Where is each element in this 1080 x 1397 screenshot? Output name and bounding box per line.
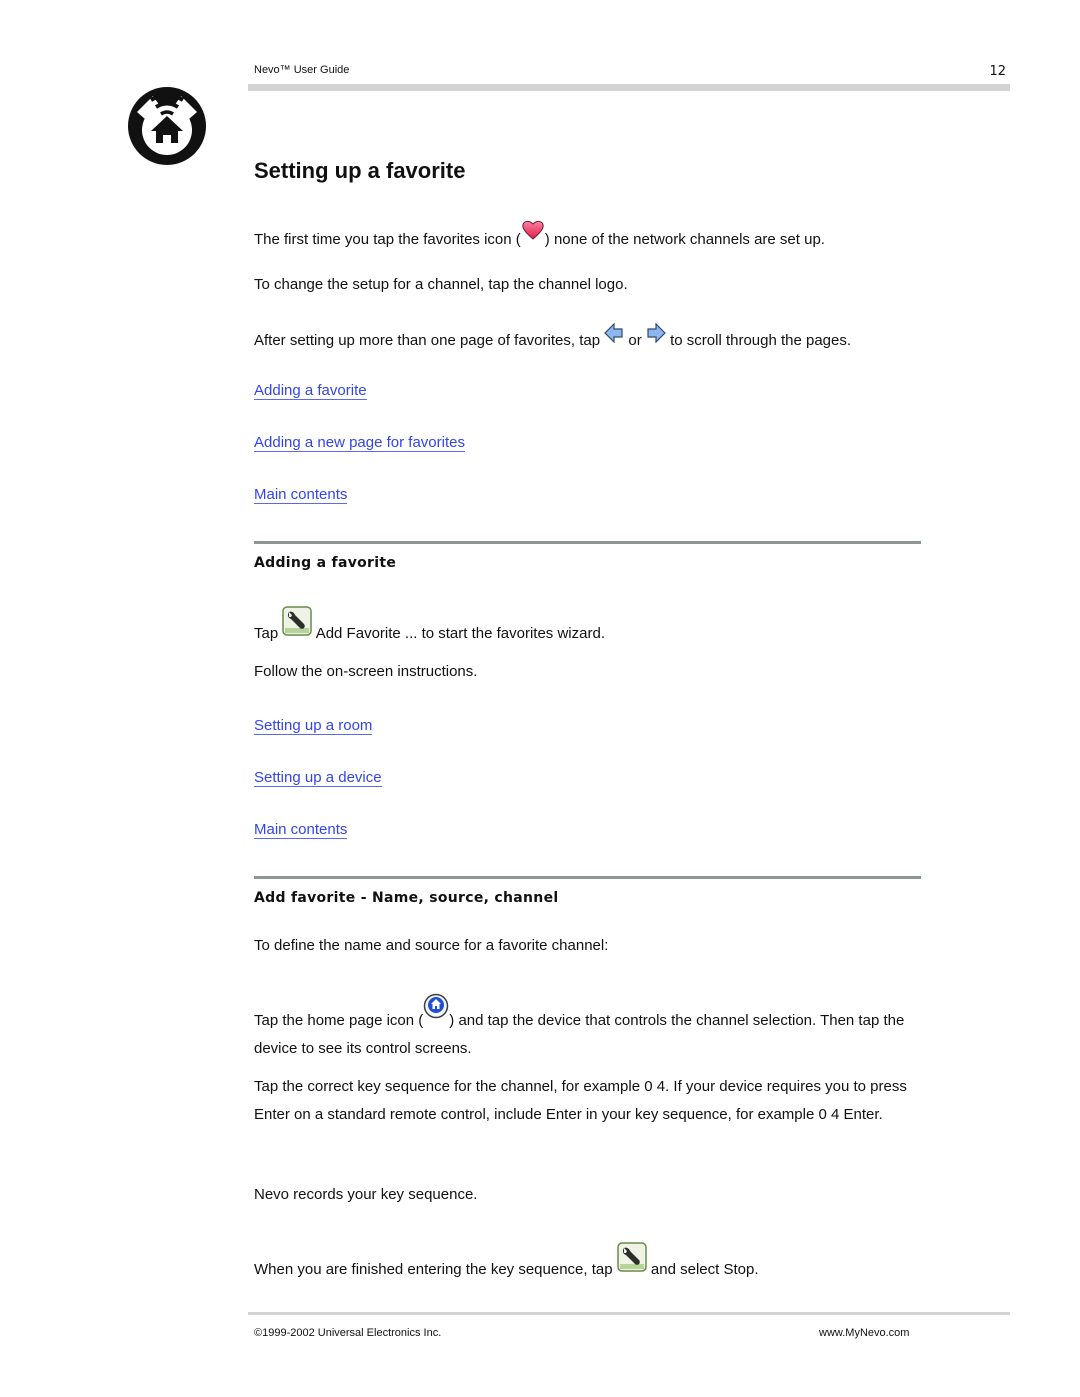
intro-paragraph-1: The first time you tap the favorites ico… (254, 219, 825, 254)
name-source-paragraph-1: To define the name and source for a favo… (254, 937, 609, 954)
link-adding-new-page-for-favorites[interactable]: Adding a new page for favorites (254, 434, 465, 452)
home-icon[interactable] (423, 993, 449, 1029)
text: The first time you tap the favorites ico… (254, 231, 521, 248)
name-source-paragraph-5: When you are finished entering the key s… (254, 1242, 759, 1284)
page-number: 12 (989, 64, 1006, 79)
name-source-paragraph-4: Nevo records your key sequence. (254, 1186, 478, 1203)
link-main-contents[interactable]: Main contents (254, 486, 348, 504)
text: Tap the home page icon ( (254, 1012, 424, 1029)
text: and select Stop. (650, 1261, 759, 1278)
intro-paragraph-3: After setting up more than one page of f… (254, 322, 852, 355)
footer-dotted-divider (248, 1312, 1010, 1315)
link-adding-a-favorite[interactable]: Adding a favorite (254, 382, 367, 400)
link-setting-up-a-room[interactable]: Setting up a room (254, 717, 373, 735)
name-source-paragraph-3: Tap the correct key sequence for the cha… (254, 1078, 907, 1123)
adding-paragraph-1: Tap Add Favorite ... to start the favori… (254, 606, 605, 648)
intro-paragraph-2: To change the setup for a channel, tap t… (254, 276, 628, 293)
text: Add Favorite ... to start the favorites … (315, 625, 605, 642)
page-title: Setting up a favorite (254, 158, 466, 183)
header-dotted-divider (248, 84, 1010, 91)
wrench-icon[interactable] (617, 1242, 647, 1282)
text: When you are finished entering the key s… (254, 1261, 613, 1278)
heart-icon (521, 219, 545, 251)
text: After setting up more than one page of f… (254, 332, 601, 349)
nevo-logo-icon (127, 86, 207, 166)
arrow-left-icon[interactable] (604, 322, 624, 353)
link-main-contents-2[interactable]: Main contents (254, 821, 348, 839)
section-heading-adding-a-favorite: Adding a favorite (254, 555, 397, 571)
section-heading-name-source-channel: Add favorite - Name, source, channel (254, 890, 559, 906)
wrench-icon[interactable] (282, 606, 313, 646)
adding-paragraph-2: Follow the on-screen instructions. (254, 663, 478, 680)
text: to scroll through the pages. (670, 332, 852, 349)
text: Tap (254, 625, 279, 642)
footer-copyright: ©1999-2002 Universal Electronics Inc. (254, 1327, 442, 1339)
text: or (628, 332, 642, 349)
name-source-paragraph-2: Tap the home page icon ( ) and tap the d… (254, 993, 924, 1063)
header-doc-title: Nevo™ User Guide (254, 64, 350, 76)
section-divider (254, 541, 921, 544)
text: ) none of the network channels are set u… (544, 231, 825, 248)
arrow-right-icon[interactable] (646, 322, 666, 353)
section-divider (254, 876, 921, 879)
link-setting-up-a-device[interactable]: Setting up a device (254, 769, 382, 787)
footer-website-link[interactable]: www.MyNevo.com (819, 1327, 909, 1339)
